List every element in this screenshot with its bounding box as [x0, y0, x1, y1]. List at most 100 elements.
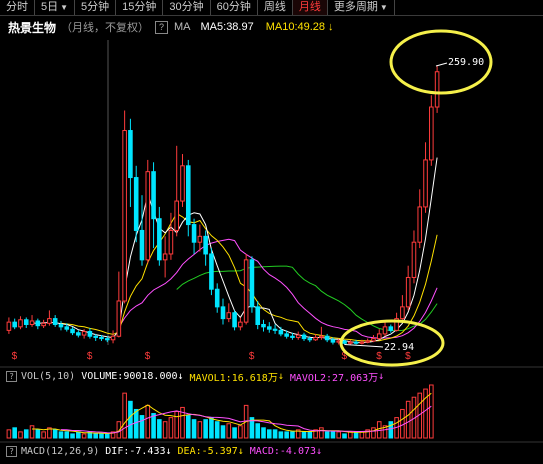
candle-body: [151, 171, 156, 220]
mavol1-value: MAVOL1:16.618万: [189, 372, 278, 384]
vol-indicator-name[interactable]: VOL(5,10): [21, 371, 75, 382]
volume-bar: [353, 431, 359, 439]
candle-body: [47, 318, 52, 324]
volume-bar: [52, 429, 58, 439]
volume-bar: [168, 417, 174, 439]
high-price-label: 259.90: [448, 57, 485, 68]
ma-indicator-name[interactable]: MA: [174, 21, 191, 33]
candle-body: [122, 130, 127, 302]
candle-body: [162, 253, 168, 261]
volume-bar: [104, 433, 110, 439]
candle-body: [214, 288, 220, 308]
chevron-down-icon: ▼: [60, 3, 69, 12]
candle-body: [232, 312, 237, 328]
candle-body: [168, 229, 174, 255]
volume-bar: [238, 425, 243, 439]
candle-body: [99, 336, 104, 340]
candle-body: [87, 331, 93, 337]
tab-7[interactable]: 月线: [292, 0, 328, 15]
candle-body: [348, 341, 353, 344]
candle-body: [76, 332, 81, 336]
candle-body: [400, 306, 405, 320]
dividend-marker-icon: $: [145, 351, 151, 362]
ma30-line: [176, 265, 438, 332]
volume-bar: [330, 431, 336, 439]
dividend-marker-icon: $: [87, 351, 93, 362]
volume-bar: [232, 427, 237, 439]
volume-bar: [12, 427, 17, 439]
dividend-marker-icon: $: [12, 351, 18, 362]
ma10-line: [60, 212, 438, 342]
candle-body: [104, 338, 110, 341]
volume-bar: [139, 415, 145, 439]
volume-bar: [23, 429, 29, 439]
kline-chart[interactable]: $ $ $ $ $ $ $: [0, 0, 543, 464]
candle-body: [376, 333, 382, 340]
candle-body: [191, 224, 197, 243]
volume-bar: [266, 429, 272, 439]
candle-body: [226, 312, 232, 320]
tab-label: 周线: [263, 1, 286, 13]
candle-body: [255, 306, 261, 325]
volume-bar: [313, 429, 318, 439]
candle-body: [197, 235, 203, 243]
tab-6[interactable]: 周线: [258, 0, 293, 15]
volume-bar: [249, 417, 255, 439]
ma10-value: MA10:49.28: [265, 21, 326, 33]
volume-bar: [87, 431, 93, 439]
volume-bar: [47, 427, 52, 439]
tab-4[interactable]: 30分钟: [163, 0, 211, 15]
candle-body: [110, 335, 116, 341]
candle-body: [81, 331, 87, 336]
volume-bar: [342, 433, 347, 439]
volume-bar: [70, 433, 75, 439]
ma10-down-arrow-icon: ↓: [328, 21, 334, 33]
volume-bar: [58, 431, 64, 439]
dividend-marker-icon: $: [342, 351, 348, 362]
help-icon[interactable]: ?: [155, 20, 169, 34]
candle-body: [133, 177, 139, 231]
candle-body: [93, 335, 98, 338]
volume-bar: [382, 425, 388, 439]
volume-bar: [99, 433, 104, 439]
volume-bar: [336, 431, 342, 439]
volume-bar: [197, 421, 203, 439]
tab-1[interactable]: 5日 ▼: [35, 0, 76, 15]
volume-down-arrow-icon: ↓: [177, 370, 184, 382]
volume-bar: [423, 388, 428, 439]
candle-body: [307, 338, 313, 341]
tab-label: 分时: [6, 1, 28, 13]
volume-bar: [162, 421, 168, 439]
volume-bar: [365, 429, 370, 439]
volume-bar: [93, 433, 98, 439]
mavol1-down-arrow-icon: ↓: [277, 370, 284, 382]
tab-0[interactable]: 分时: [0, 0, 35, 15]
stock-name[interactable]: 热景生物: [8, 19, 56, 36]
volume-bar: [116, 421, 122, 439]
volume-bar: [35, 429, 41, 439]
candle-body: [58, 323, 64, 328]
candle-body: [243, 259, 249, 323]
high-pointer: [435, 62, 448, 67]
dif-value: DIF:-7.433: [105, 445, 166, 457]
macd-indicator-name[interactable]: MACD(12,26,9): [21, 446, 99, 457]
tab-8[interactable]: 更多周期 ▼: [328, 0, 395, 15]
tab-5[interactable]: 60分钟: [211, 0, 258, 15]
candle-body: [41, 322, 46, 327]
candle-body: [249, 259, 255, 308]
tab-2[interactable]: 5分钟: [75, 0, 117, 15]
candle-body: [64, 326, 70, 330]
volume-value: VOLUME:90018.000: [81, 370, 178, 382]
volume-bar: [376, 421, 382, 439]
tab-3[interactable]: 15分钟: [116, 0, 164, 15]
volume-bar: [133, 408, 139, 439]
candle-body: [209, 253, 214, 290]
panel-toggle-icon[interactable]: ?: [6, 445, 17, 457]
volume-bar: [278, 431, 284, 439]
ma20-line: [118, 238, 438, 339]
candle-body: [359, 341, 365, 344]
candle-body: [116, 300, 122, 337]
panel-toggle-icon[interactable]: ?: [6, 370, 17, 382]
candle-body: [411, 241, 417, 278]
tab-label: 5日: [41, 1, 59, 13]
